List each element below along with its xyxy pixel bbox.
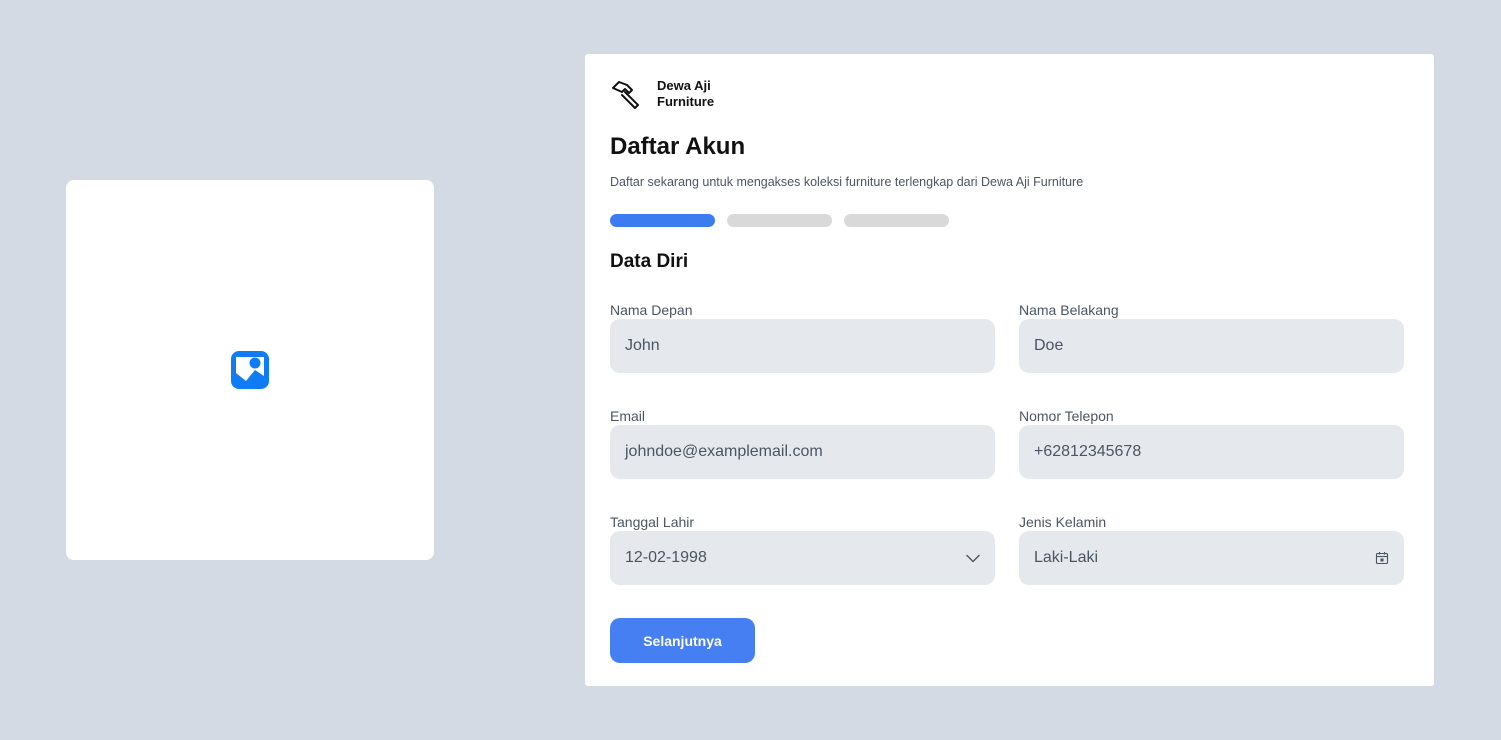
gender-field: Jenis Kelamin Laki-Laki (1019, 513, 1404, 585)
gender-label: Jenis Kelamin (1019, 514, 1107, 530)
hammer-icon (612, 80, 639, 109)
section-title: Data Diri (610, 251, 689, 272)
next-button[interactable]: Selanjutnya (610, 618, 755, 663)
email-field: Email johndoe@examplemail.com (610, 407, 995, 479)
page-title: Daftar Akun (610, 133, 746, 160)
brand-name-line2: Furniture (657, 94, 715, 109)
phone-input[interactable]: +62812345678 (1019, 425, 1404, 479)
step-1-indicator (610, 214, 715, 227)
image-placeholder-card (66, 180, 434, 560)
phone-label: Nomor Telepon (1019, 408, 1114, 424)
page-subtitle: Daftar sekarang untuk mengakses koleksi … (610, 175, 1084, 189)
first-name-field: Nama Depan John (610, 301, 995, 373)
birth-date-value: 12-02-1998 (625, 549, 707, 566)
birth-date-field: Tanggal Lahir 12-02-1998 (610, 513, 995, 585)
last-name-field: Nama Belakang Doe (1019, 301, 1404, 373)
brand-name-line1: Dewa Aji (657, 78, 711, 93)
last-name-input[interactable]: Doe (1019, 319, 1404, 373)
last-name-label: Nama Belakang (1019, 302, 1119, 318)
phone-field: Nomor Telepon +62812345678 (1019, 407, 1404, 479)
step-2-indicator (727, 214, 832, 227)
image-icon (231, 351, 269, 389)
calendar-icon[interactable] (1375, 551, 1389, 565)
brand-name: Dewa Aji Furniture (657, 78, 714, 110)
brand: Dewa Aji Furniture (610, 78, 714, 110)
email-input[interactable]: johndoe@examplemail.com (610, 425, 995, 479)
first-name-label: Nama Depan (610, 302, 693, 318)
registration-card: Dewa Aji Furniture Daftar Akun Daftar se… (585, 54, 1434, 686)
first-name-input[interactable]: John (610, 319, 995, 373)
chevron-down-icon[interactable] (966, 554, 980, 563)
step-progress (610, 214, 949, 227)
email-label: Email (610, 408, 646, 424)
gender-value: Laki-Laki (1034, 549, 1099, 566)
step-3-indicator (844, 214, 949, 227)
gender-select[interactable]: Laki-Laki (1019, 531, 1404, 585)
phone-value: +62812345678 (1034, 443, 1142, 460)
last-name-value: Doe (1034, 337, 1064, 354)
birth-date-select[interactable]: 12-02-1998 (610, 531, 995, 585)
first-name-value: John (625, 337, 660, 354)
email-value: johndoe@examplemail.com (625, 443, 823, 460)
birth-date-label: Tanggal Lahir (610, 514, 695, 530)
